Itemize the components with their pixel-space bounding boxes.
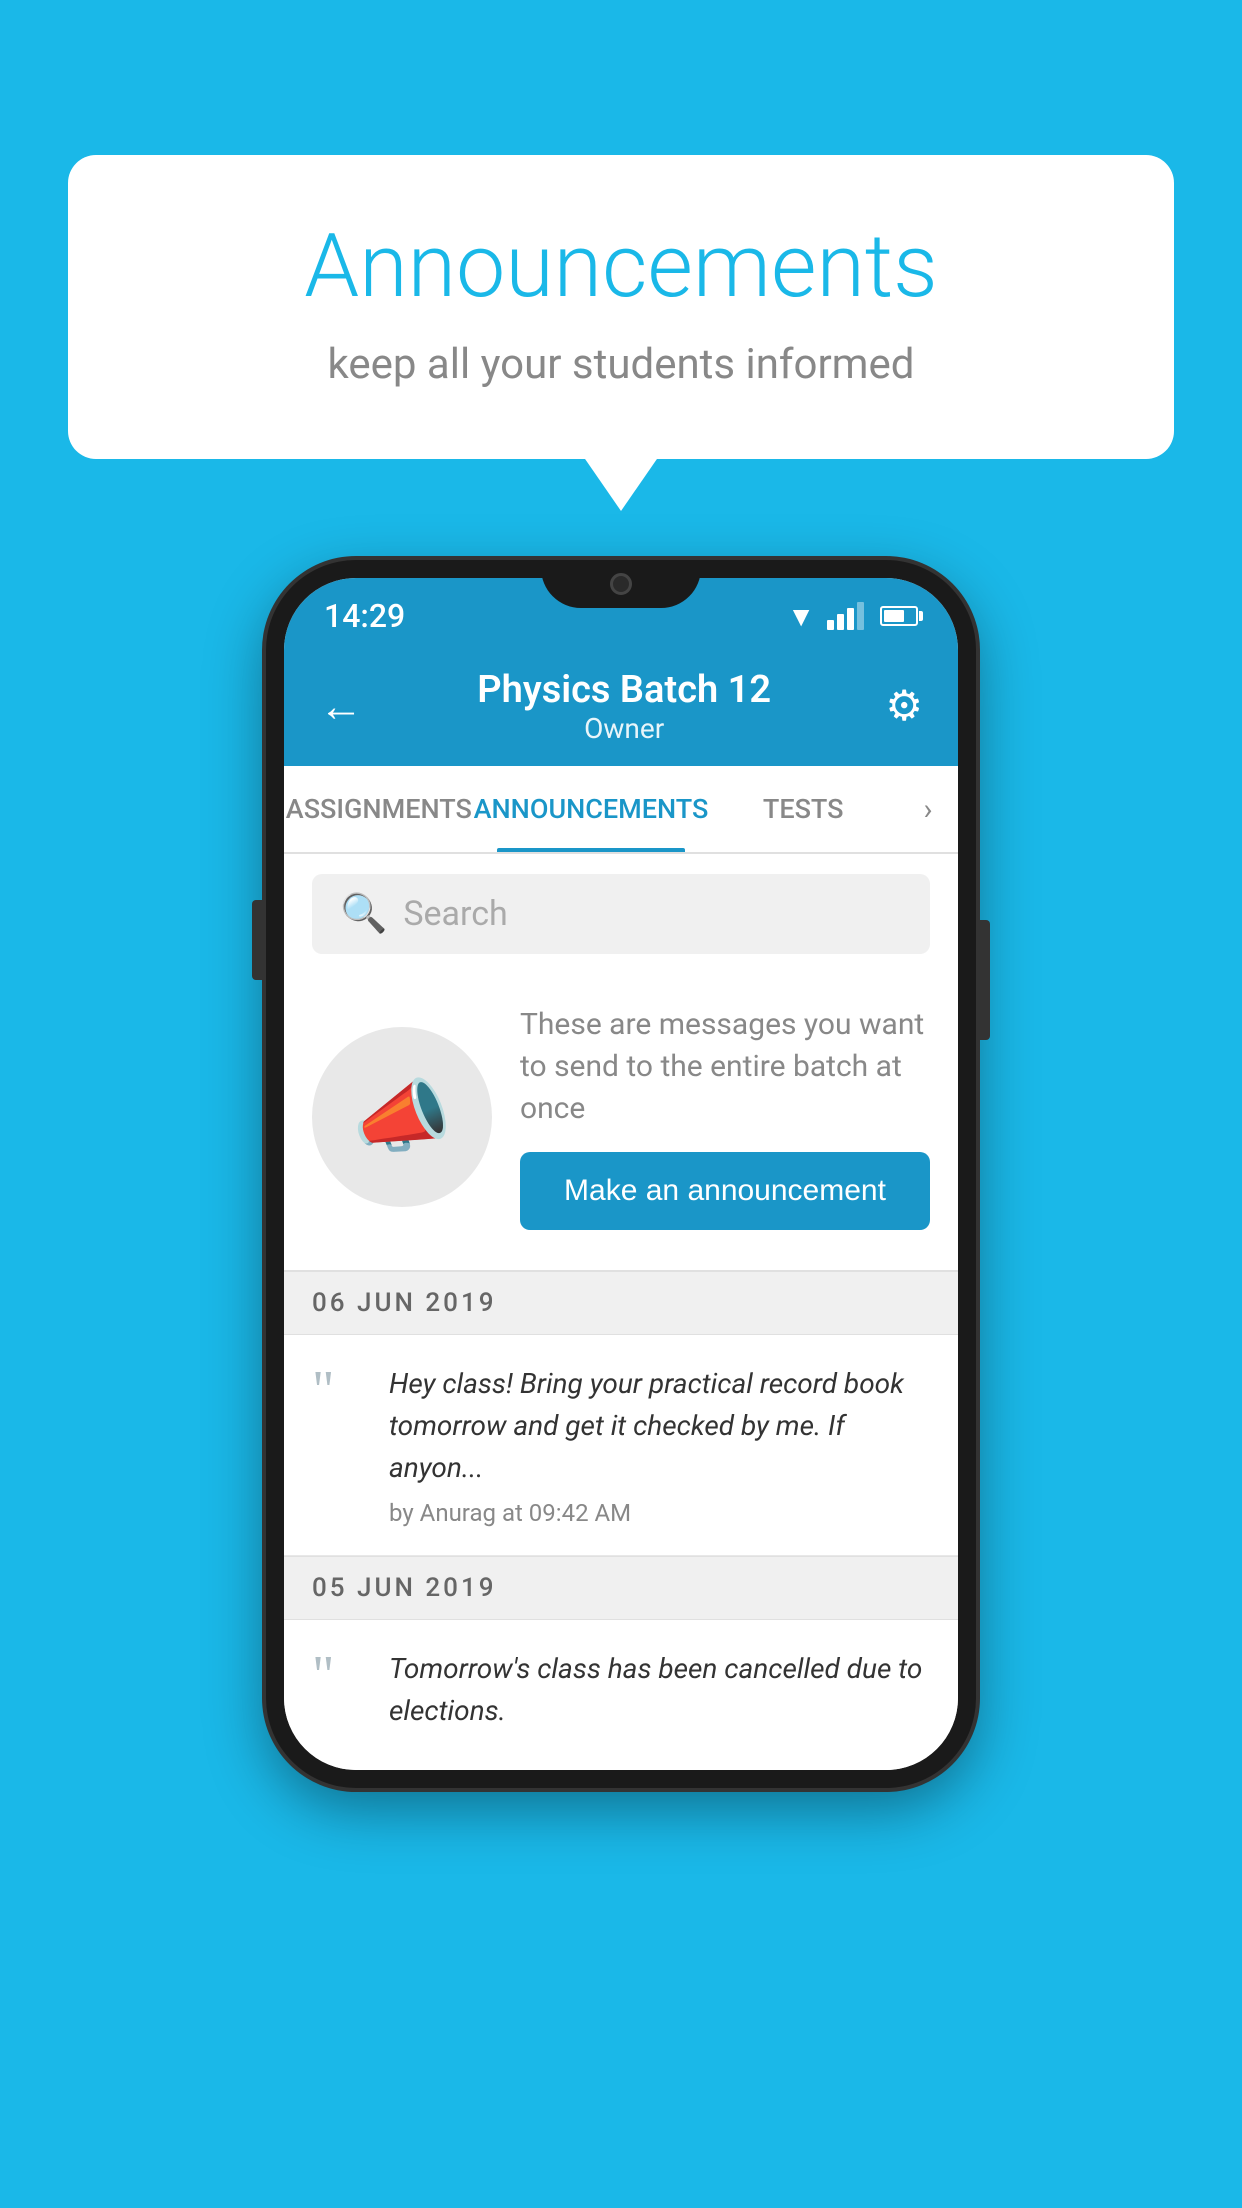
date-separator-2: 05 JUN 2019 (284, 1556, 958, 1620)
status-time: 14:29 (324, 597, 405, 635)
header-title-block: Physics Batch 12 Owner (477, 668, 771, 745)
announcement-item-1[interactable]: " Hey class! Bring your practical record… (284, 1335, 958, 1556)
megaphone-icon: 📣 (352, 1070, 452, 1164)
search-container: 🔍 Search (284, 854, 958, 974)
quote-icon-2: " (312, 1656, 367, 1695)
status-icons: ▼ (787, 600, 918, 633)
promo-icon-circle: 📣 (312, 1027, 492, 1207)
battery-fill (884, 610, 904, 622)
phone-outer: 14:29 ▼ ← Phys (266, 560, 976, 1788)
speech-bubble: Announcements keep all your students inf… (68, 155, 1174, 459)
search-icon: 🔍 (340, 892, 387, 936)
search-bar[interactable]: 🔍 Search (312, 874, 930, 954)
make-announcement-button[interactable]: Make an announcement (520, 1152, 930, 1230)
promo-right: These are messages you want to send to t… (520, 1004, 930, 1230)
back-button[interactable]: ← (319, 680, 363, 732)
announcement-item-2[interactable]: " Tomorrow's class has been cancelled du… (284, 1620, 958, 1770)
announcement-meta-1: by Anurag at 09:42 AM (389, 1499, 930, 1527)
settings-button[interactable]: ⚙ (885, 681, 923, 731)
date-separator-1: 06 JUN 2019 (284, 1271, 958, 1335)
signal-bar-1 (827, 620, 834, 630)
signal-bars (827, 602, 864, 630)
signal-bar-4 (857, 602, 864, 630)
wifi-icon: ▼ (787, 600, 815, 633)
quote-icon-1: " (312, 1371, 367, 1410)
header-batch-name: Physics Batch 12 (477, 668, 771, 712)
announcement-text-2: Tomorrow's class has been cancelled due … (389, 1648, 930, 1732)
announcement-content-2: Tomorrow's class has been cancelled due … (389, 1648, 930, 1742)
battery-icon (880, 606, 918, 626)
header-role: Owner (477, 712, 771, 745)
announcement-text-1: Hey class! Bring your practical record b… (389, 1363, 930, 1489)
phone-mockup: 14:29 ▼ ← Phys (266, 560, 976, 1788)
phone-notch (541, 560, 701, 608)
signal-bar-2 (837, 614, 844, 630)
promo-block: 📣 These are messages you want to send to… (284, 974, 958, 1271)
promo-description: These are messages you want to send to t… (520, 1004, 930, 1130)
front-camera (610, 573, 632, 595)
signal-bar-3 (847, 608, 854, 630)
app-header: ← Physics Batch 12 Owner ⚙ (284, 646, 958, 766)
tab-assignments[interactable]: ASSIGNMENTS (284, 766, 474, 852)
speech-bubble-title: Announcements (148, 215, 1094, 318)
search-placeholder: Search (403, 894, 507, 934)
speech-bubble-subtitle: keep all your students informed (148, 340, 1094, 389)
speech-bubble-section: Announcements keep all your students inf… (68, 155, 1174, 459)
phone-screen: 14:29 ▼ ← Phys (284, 578, 958, 1770)
tab-more[interactable]: › (898, 792, 958, 827)
tabs-bar: ASSIGNMENTS ANNOUNCEMENTS TESTS › (284, 766, 958, 854)
tab-tests[interactable]: TESTS (708, 766, 898, 852)
tab-announcements[interactable]: ANNOUNCEMENTS (474, 766, 709, 852)
announcement-content-1: Hey class! Bring your practical record b… (389, 1363, 930, 1527)
